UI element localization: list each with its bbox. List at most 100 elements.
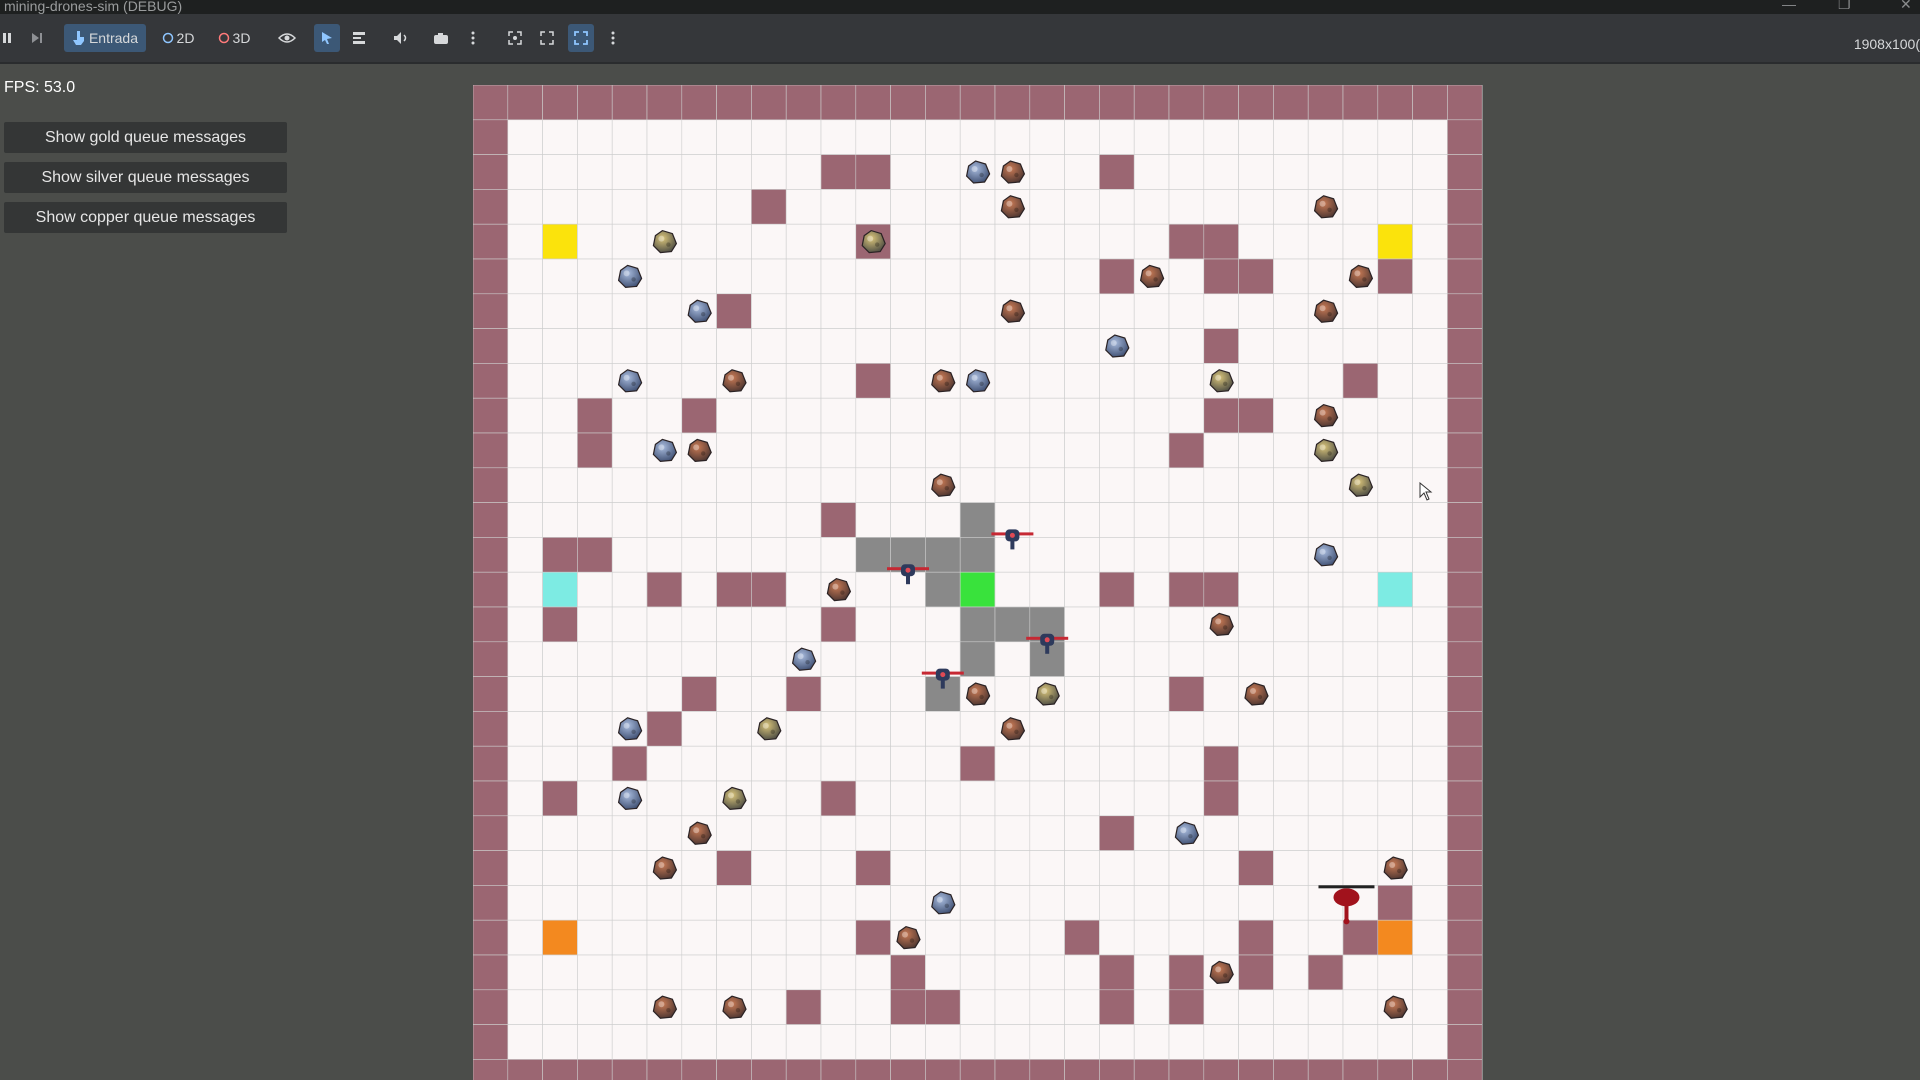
tile-floor [1133,745,1170,782]
minimize-icon[interactable]: — [1782,0,1796,11]
tile-wall [1447,258,1483,295]
tile-floor [1273,467,1309,503]
tile-floor [820,189,857,225]
tile-wall [925,989,961,1025]
tile-wall [1203,780,1239,817]
mode-2d-button[interactable]: 2D [158,24,198,52]
tile-floor [1064,293,1100,329]
tile-floor [1064,850,1100,886]
tile-wall [1238,850,1274,886]
tile-floor [1133,676,1170,712]
tile-floor [751,676,787,712]
tile-floor [646,676,683,712]
close-icon[interactable]: ✕ [1900,0,1912,11]
tile-floor [1133,989,1170,1025]
visibility-button[interactable] [276,24,298,52]
tile-floor [507,919,543,956]
tile-floor [611,154,648,190]
tile-floor [1203,676,1239,712]
tile-wall [473,1059,509,1080]
tile-floor [1168,745,1205,782]
tile-floor [994,885,1031,921]
tile-wall [681,676,717,712]
tile-floor [611,432,648,469]
maximize-icon[interactable]: ❐ [1838,0,1851,11]
tile-wall [716,571,752,608]
list-tool-button[interactable] [348,24,370,52]
tile-floor [959,223,996,260]
tile-floor [959,467,996,503]
options-menu-button-1[interactable] [466,24,480,52]
focus-frame-icon [508,31,522,45]
fullscreen-button[interactable] [568,24,594,52]
mine-grid-map[interactable] [473,85,1483,1080]
copper-ore-icon [687,821,712,845]
frame-selection-button[interactable] [504,24,526,52]
tile-floor [855,745,891,782]
copper-ore-icon [722,369,747,393]
next-frame-button[interactable] [26,24,48,52]
tile-floor [507,1024,543,1060]
options-menu-button-2[interactable] [606,24,620,52]
tile-floor [1273,885,1309,921]
tile-wall [473,815,509,851]
input-mode-button[interactable]: Entrada [64,24,146,52]
tile-floor [1064,397,1100,434]
tile-floor [959,885,996,921]
tile-floor [1412,676,1448,712]
silver-ore-icon [965,160,991,184]
circle-icon-2d [162,32,173,44]
tile-floor [1064,258,1100,295]
silver-ore-icon [1313,543,1339,567]
tile-floor [751,606,787,643]
tile-floor [751,1024,787,1060]
pause-button[interactable] [0,24,14,52]
tile-floor [646,293,683,329]
tile-wall [542,85,578,121]
silver-ore-icon [617,786,643,811]
tile-floor [1168,606,1205,643]
tile-wall [855,85,891,121]
show-silver-queue-button[interactable]: Show silver queue messages [4,162,287,193]
tile-floor [1168,397,1205,434]
tile-wall [1099,954,1135,991]
tile-floor [716,641,752,677]
audio-button[interactable] [390,24,412,52]
tile-floor [890,502,926,538]
select-tool-button[interactable] [314,24,340,52]
tile-wall [1342,919,1379,956]
tile-floor [959,954,996,991]
tile-floor [646,119,683,155]
tile-floor [1307,780,1344,817]
show-copper-queue-button[interactable]: Show copper queue messages [4,202,287,233]
tile-wall [577,1059,613,1080]
tile-floor [646,189,683,225]
tile-floor [1203,711,1239,747]
camera-button[interactable] [430,24,452,52]
gold-ore-icon [652,229,678,254]
tile-floor [681,1024,717,1060]
tile-wall [611,85,648,121]
tile-floor [1342,571,1379,608]
show-gold-queue-button[interactable]: Show gold queue messages [4,122,287,153]
expand-button[interactable] [536,24,558,52]
tile-wall [1203,85,1239,121]
tile-floor [646,397,683,434]
tile-floor [1377,467,1413,503]
tile-wall [1447,293,1483,329]
tile-floor [1064,606,1100,643]
tile-wall [473,293,509,329]
tile-floor [1238,641,1274,677]
copper-ore-icon [1244,682,1269,706]
tile-floor [507,711,543,747]
tile-wall [1029,85,1065,121]
tile-wall [1412,1059,1448,1080]
copper-ore-icon [931,369,956,393]
tile-wall [1342,85,1379,121]
tile-floor [681,328,717,364]
tile-floor [751,293,787,329]
mode-3d-button[interactable]: 3D [214,24,254,52]
tile-floor [1133,432,1170,469]
tile-floor [1203,885,1239,921]
tile-floor [611,328,648,364]
